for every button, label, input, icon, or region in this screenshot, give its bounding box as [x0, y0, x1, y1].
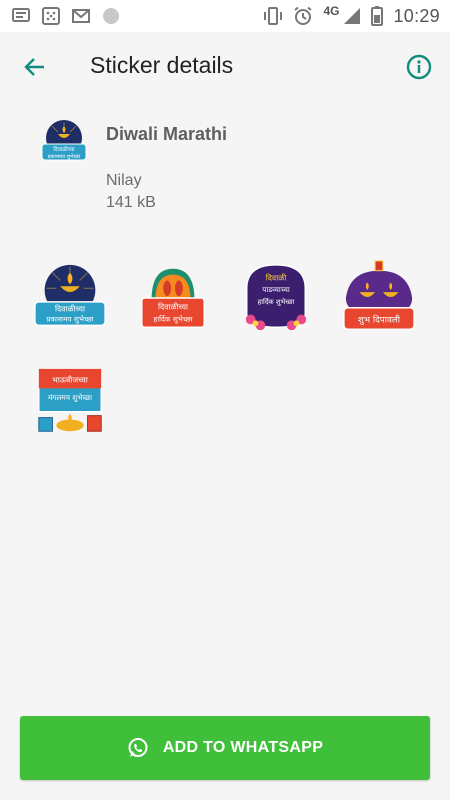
alarm-icon [293, 6, 313, 26]
sticker-4-line-1: शुभ दिपावली [357, 314, 400, 325]
whatsapp-icon [128, 738, 148, 757]
sticker-1-line-1: दिवाळीच्या [54, 305, 85, 314]
back-button[interactable] [20, 52, 50, 82]
sticker-3-line-1: दिवाळी [265, 273, 286, 282]
battery-icon [371, 6, 384, 26]
sticker-3[interactable]: दिवाळी पाडव्याच्या हार्दिक शुभेच्छा [224, 248, 327, 348]
arrow-back-icon [24, 58, 44, 76]
sticker-2-line-2: हार्दिक शुभेच्छा [153, 314, 192, 323]
sticker-grid: दिवाळीच्या प्रकाशमय शुभेच्छा दिवाळीच्या … [18, 248, 438, 452]
sticker-5[interactable]: भाऊबीजच्या मंगलमय शुभेच्छा [18, 352, 121, 452]
add-to-whatsapp-button[interactable]: ADD TO WHATSAPP [20, 716, 430, 780]
vibrate-icon [263, 7, 283, 25]
circle-notification-icon [102, 7, 120, 25]
sticker-5-line-1: भाऊबीजच्या [52, 376, 88, 385]
gmail-notification-icon [72, 9, 90, 23]
info-icon [406, 54, 432, 80]
sticker-1-line-2: प्रकाशमय शुभेच्छा [46, 314, 93, 323]
tray-text-line-1: दिवाळीच्या [53, 146, 75, 153]
tray-text-line-2: प्रकाशमय शुभेच्छा [48, 153, 81, 160]
clock: 10:29 [393, 5, 440, 26]
message-notification-icon [12, 8, 30, 24]
app-bar: Sticker details [0, 32, 450, 100]
pack-publisher: Nilay [106, 172, 142, 189]
sticker-4[interactable]: शुभ दिपावली [327, 248, 430, 348]
page-title: Sticker details [90, 52, 234, 78]
sticker-5-line-2: मंगलमय शुभेच्छा [47, 393, 91, 402]
sticker-3-line-2: पाडव्याच्या [262, 285, 290, 294]
pack-tray-icon: दिवाळीच्या प्रकाशमय शुभेच्छा [36, 118, 92, 166]
sticker-3-line-3: हार्दिक शुभेच्छा [257, 297, 294, 306]
info-button[interactable] [404, 52, 434, 82]
sticker-2-line-1: दिवाळीच्या [157, 303, 188, 312]
add-to-whatsapp-label: ADD TO WHATSAPP [162, 739, 324, 756]
pack-size: 141 kB [106, 194, 156, 211]
pack-name: Diwali Marathi [106, 124, 228, 144]
app-grid-notification-icon [42, 7, 60, 25]
sticker-2[interactable]: दिवाळीच्या हार्दिक शुभेच्छा [121, 248, 224, 348]
network-type-label: 4G [323, 4, 340, 18]
status-bar: 4G 10:29 [0, 0, 450, 32]
sticker-1[interactable]: दिवाळीच्या प्रकाशमय शुभेच्छा [18, 248, 121, 348]
signal-icon [343, 7, 361, 25]
